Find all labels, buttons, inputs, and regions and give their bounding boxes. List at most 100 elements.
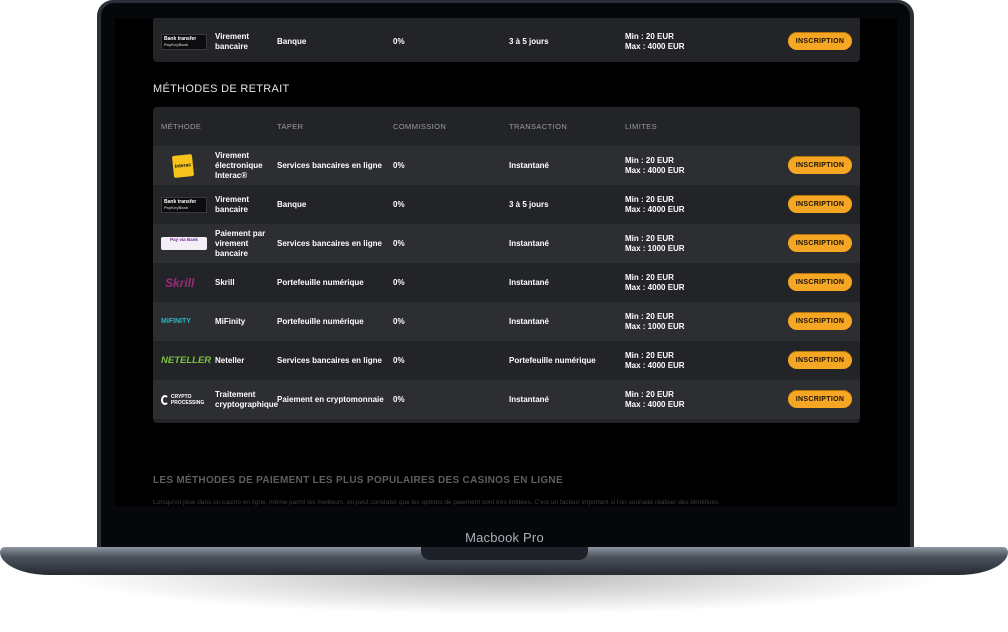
inscription-button[interactable]: INSCRIPTION bbox=[788, 156, 852, 174]
limits: Min : 20 EUR Max : 4000 EUR bbox=[625, 273, 735, 293]
table-row: MiFINITY MiFinity Portefeuille numérique… bbox=[153, 302, 860, 341]
limit-min: Min : 20 EUR bbox=[625, 272, 674, 282]
limits: Min : 20 EUR Max : 4000 EUR bbox=[625, 390, 735, 410]
method-name: Skrill bbox=[215, 277, 235, 287]
limit-min: Min : 20 EUR bbox=[625, 31, 674, 41]
table-row: NETELLER Neteller Services bancaires en … bbox=[153, 341, 860, 380]
laptop-shadow bbox=[60, 575, 948, 615]
limit-max: Max : 1000 EUR bbox=[625, 243, 685, 253]
limit-max: Max : 4000 EUR bbox=[625, 282, 685, 292]
table-row: Interac Virement électronique Interac® S… bbox=[153, 146, 860, 185]
table-row: Pay via Bank Paiement par virement banca… bbox=[153, 224, 860, 263]
inscription-button[interactable]: INSCRIPTION bbox=[788, 351, 852, 369]
inscription-button[interactable]: INSCRIPTION bbox=[788, 234, 852, 252]
limits: Min : 20 EUR Max : 4000 EUR bbox=[625, 351, 735, 371]
crypto-processing-logo: CRYPTO PROCESSING bbox=[161, 391, 207, 409]
inscription-button[interactable]: INSCRIPTION bbox=[788, 390, 852, 408]
logo-sub: PayKeyBank bbox=[164, 41, 189, 47]
laptop-screen: Bank transfer PayKeyBank Virement bancair… bbox=[115, 18, 897, 506]
bank-transfer-logo: Bank transfer PayKeyBank bbox=[161, 196, 207, 214]
table-row: CRYPTO PROCESSING Traitement cryptograph… bbox=[153, 380, 860, 419]
inscription-button[interactable]: INSCRIPTION bbox=[788, 312, 852, 330]
neteller-logo: NETELLER bbox=[161, 352, 211, 370]
method-name: Traitement cryptographique bbox=[215, 389, 279, 409]
limit-max: Max : 4000 EUR bbox=[625, 204, 685, 214]
commission: 0% bbox=[393, 36, 405, 46]
inscription-button[interactable]: INSCRIPTION bbox=[788, 32, 852, 50]
limits: Min : 20 EUR Max : 4000 EUR bbox=[625, 195, 735, 215]
skrill-logo: Skrill bbox=[161, 274, 207, 292]
limit-max: Max : 4000 EUR bbox=[625, 360, 685, 370]
limit-max: Max : 4000 EUR bbox=[625, 41, 685, 51]
limit-min: Min : 20 EUR bbox=[625, 155, 674, 165]
limits: Min : 20 EUR Max : 4000 EUR bbox=[625, 156, 735, 176]
mifinity-logo: MiFINITY bbox=[161, 313, 207, 331]
limits: Min : 20 EUR Max : 1000 EUR bbox=[625, 312, 735, 332]
commission: 0% bbox=[393, 355, 405, 365]
logo-text: Skrill bbox=[165, 275, 195, 290]
inscription-button[interactable]: INSCRIPTION bbox=[788, 273, 852, 291]
logo-text: MiFINITY bbox=[161, 317, 191, 325]
table-row: Bank transfer PayKeyBank Virement bancair… bbox=[153, 22, 860, 61]
limit-min: Min : 20 EUR bbox=[625, 194, 674, 204]
laptop-notch bbox=[421, 547, 588, 560]
withdrawal-methods-table: MÉTHODE TAPER COMMISSION TRANSACTION LIM… bbox=[153, 107, 860, 423]
header-commission: COMMISSION bbox=[393, 122, 447, 131]
interac-logo: Interac bbox=[161, 153, 207, 178]
transaction-time: Instantané bbox=[509, 160, 550, 170]
logo-text: Interac bbox=[171, 153, 195, 178]
transaction-time: Instantané bbox=[509, 316, 550, 326]
device-label: Macbook Pro bbox=[465, 530, 544, 545]
method-name: Virement bancaire bbox=[215, 194, 250, 214]
commission: 0% bbox=[393, 277, 405, 287]
commission: 0% bbox=[393, 394, 405, 404]
inscription-button[interactable]: INSCRIPTION bbox=[788, 195, 852, 213]
transaction-time: Instantané bbox=[509, 238, 550, 248]
popular-methods-text: Lorsqu'on joue dans un casino en ligne, … bbox=[153, 499, 721, 506]
method-name: Paiement par virement bancaire bbox=[215, 228, 266, 258]
transaction-time: Instantané bbox=[509, 277, 550, 287]
method-name: Virement électronique Interac® bbox=[215, 150, 263, 180]
header-limits: LIMITES bbox=[625, 122, 657, 131]
method-type: Banque bbox=[277, 36, 307, 46]
commission: 0% bbox=[393, 316, 405, 326]
section-title: MÉTHODES DE RETRAIT bbox=[153, 83, 290, 95]
method-type: Services bancaires en ligne bbox=[277, 238, 382, 248]
transaction-time: Portefeuille numérique bbox=[509, 355, 596, 365]
limits: Min : 20 EUR Max : 4000 EUR bbox=[625, 32, 735, 52]
table-row: Skrill Skrill Portefeuille numérique 0% … bbox=[153, 263, 860, 302]
method-name: MiFinity bbox=[215, 316, 246, 326]
header-method: MÉTHODE bbox=[161, 122, 202, 131]
commission: 0% bbox=[393, 160, 405, 170]
commission: 0% bbox=[393, 238, 405, 248]
limit-min: Min : 20 EUR bbox=[625, 233, 674, 243]
logo-text: Pay via Bank bbox=[161, 237, 207, 250]
crypto-mark-icon bbox=[161, 394, 169, 405]
transaction-time: 3 à 5 jours bbox=[509, 199, 549, 209]
transaction-time: 3 à 5 jours bbox=[509, 36, 549, 46]
bank-transfer-logo: Bank transfer PayKeyBank bbox=[161, 33, 207, 51]
method-type: Banque bbox=[277, 199, 307, 209]
limit-max: Max : 4000 EUR bbox=[625, 399, 685, 409]
deposit-methods-card: Bank transfer PayKeyBank Virement bancair… bbox=[153, 18, 860, 62]
limit-min: Min : 20 EUR bbox=[625, 350, 674, 360]
header-type: TAPER bbox=[277, 122, 304, 131]
logo-sub: PayKeyBank bbox=[164, 204, 189, 210]
table-header: MÉTHODE TAPER COMMISSION TRANSACTION LIM… bbox=[153, 107, 860, 146]
logo-text: NETELLER bbox=[161, 354, 212, 366]
method-type: Services bancaires en ligne bbox=[277, 160, 382, 170]
limit-max: Max : 1000 EUR bbox=[625, 321, 685, 331]
method-type: Portefeuille numérique bbox=[277, 277, 364, 287]
method-name: Neteller bbox=[215, 355, 245, 365]
method-name: Virement bancaire bbox=[215, 31, 250, 51]
limits: Min : 20 EUR Max : 1000 EUR bbox=[625, 234, 735, 254]
transaction-time: Instantané bbox=[509, 394, 550, 404]
logo-text: CRYPTO PROCESSING bbox=[170, 393, 205, 406]
limit-min: Min : 20 EUR bbox=[625, 389, 674, 399]
header-transaction: TRANSACTION bbox=[509, 122, 568, 131]
limit-max: Max : 4000 EUR bbox=[625, 165, 685, 175]
popular-methods-heading: LES MÉTHODES DE PAIEMENT LES PLUS POPULA… bbox=[153, 475, 563, 486]
paybybank-logo: Pay via Bank bbox=[161, 235, 207, 253]
method-type: Paiement en cryptomonnaie bbox=[277, 394, 384, 404]
method-type: Portefeuille numérique bbox=[277, 316, 364, 326]
